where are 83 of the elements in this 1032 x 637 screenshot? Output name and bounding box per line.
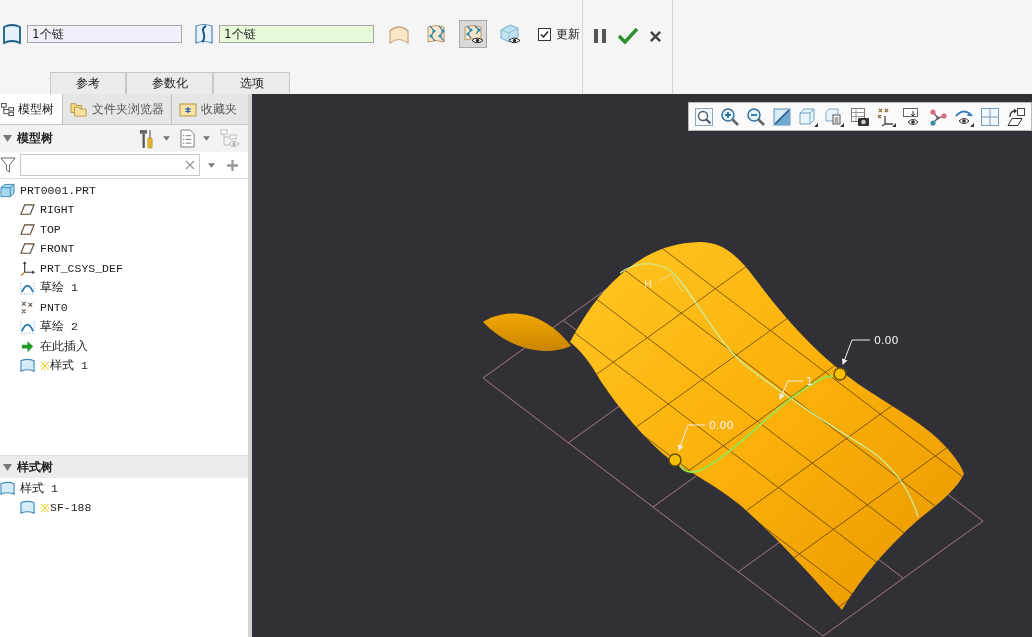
sheet-icon (2, 22, 22, 46)
curved-sheet-icon (388, 23, 410, 45)
axes-icon (20, 260, 35, 276)
plane-icon (20, 202, 35, 217)
section-title: 模型树 (17, 130, 53, 147)
plane-icon (20, 221, 35, 237)
sketch-icon (20, 280, 35, 295)
part-icon (0, 182, 15, 198)
tree-item[interactable]: TOP (20, 220, 61, 238)
panel-tab[interactable]: 模型树 (0, 94, 63, 124)
modified-mark: ※ (40, 501, 50, 515)
cube-icon[interactable] (798, 106, 818, 127)
tools-icon[interactable] (139, 128, 155, 149)
plane-icon (20, 241, 35, 256)
tree-item[interactable]: ※样式 1 (20, 356, 88, 375)
list-icon[interactable] (180, 129, 195, 148)
tree-item[interactable]: PNT0 (20, 298, 68, 316)
sheet-curve-icon (194, 22, 214, 46)
dropdown-caret-icon[interactable] (203, 136, 210, 141)
zoom-fit-icon[interactable] (694, 106, 714, 127)
dimension-label: H (644, 278, 653, 291)
3d-viewport[interactable]: H 0.00 1 0.00 (252, 94, 1032, 637)
expand-arrow-icon[interactable] (3, 135, 12, 142)
ribbon-tab[interactable]: 选项 (213, 72, 290, 94)
section-title: 样式树 (17, 458, 53, 476)
panel-tab[interactable]: 收藏夹 (172, 94, 248, 124)
ribbon-tab[interactable]: 参考 (50, 72, 126, 94)
dropdown-caret-icon[interactable] (163, 136, 170, 141)
tree-item[interactable]: PRT0001.PRT (0, 181, 96, 199)
control-point-icon[interactable] (668, 453, 682, 467)
tree-icon (1, 102, 14, 116)
filter-icon[interactable] (0, 156, 16, 174)
ribbon-tab[interactable]: 参数化 (126, 72, 213, 94)
sketch-icon (20, 319, 35, 334)
plane-rotate-icon[interactable] (1006, 106, 1026, 127)
points-icon (20, 299, 35, 315)
sheet-icon (20, 358, 35, 373)
grid-icon[interactable] (980, 106, 1000, 127)
chain-field[interactable]: 1个链 (219, 25, 374, 43)
tree-item[interactable]: ※SF-188 (20, 498, 92, 517)
repaint-icon[interactable] (772, 106, 792, 127)
leader-line (677, 424, 706, 451)
cube-document-icon[interactable] (824, 106, 844, 127)
filter-field[interactable] (20, 154, 200, 176)
folders-icon (70, 101, 88, 117)
box-eye-icon (499, 23, 521, 45)
node-graph-icon[interactable] (928, 106, 948, 127)
tree-item[interactable]: 草绘 1 (20, 278, 78, 297)
asterisk-folder-icon (179, 101, 197, 117)
pause-icon[interactable] (593, 28, 607, 44)
chain-field[interactable]: 1个链 (27, 25, 182, 43)
modified-mark: ※ (40, 360, 50, 373)
zoom-out-icon[interactable] (746, 106, 766, 127)
checkmark-icon[interactable] (617, 27, 639, 45)
dimension-label: 0.00 (709, 419, 734, 432)
panel-tab[interactable]: 文件夹浏览器 (63, 94, 172, 124)
leader-line (658, 273, 684, 293)
datum-marks-icon[interactable] (876, 106, 896, 127)
sheet-icon (20, 500, 35, 515)
tool-button[interactable] (459, 20, 487, 48)
checkbox-label[interactable]: 更新 (556, 25, 580, 43)
close-icon[interactable] (649, 30, 662, 43)
dropdown-caret-icon[interactable] (208, 162, 215, 168)
dimension-label: 1 (806, 375, 813, 388)
sheet-icon (0, 480, 15, 496)
plus-icon[interactable] (227, 159, 238, 171)
zoom-in-icon[interactable] (720, 106, 740, 127)
leader-line (841, 339, 871, 365)
sheet-mesh-icon (425, 23, 447, 45)
tree-item[interactable]: 草绘 2 (20, 317, 78, 336)
expand-arrow-icon[interactable] (3, 463, 12, 471)
clear-icon[interactable] (185, 160, 195, 170)
tree-item[interactable]: 样式 1 (0, 479, 58, 497)
leader-line (779, 380, 804, 400)
tree-item[interactable]: RIGHT (20, 200, 75, 219)
control-point-icon[interactable] (833, 367, 847, 381)
dimension-label: 0.00 (874, 334, 899, 347)
tree-item[interactable]: PRT_CSYS_DEF (20, 259, 123, 277)
tree-item[interactable]: 在此插入 (20, 337, 88, 355)
tree-item[interactable]: FRONT (20, 239, 75, 258)
table-camera-icon[interactable] (850, 106, 870, 127)
update-checkbox[interactable] (538, 27, 551, 41)
sheet-mesh-eye-icon (462, 23, 484, 45)
